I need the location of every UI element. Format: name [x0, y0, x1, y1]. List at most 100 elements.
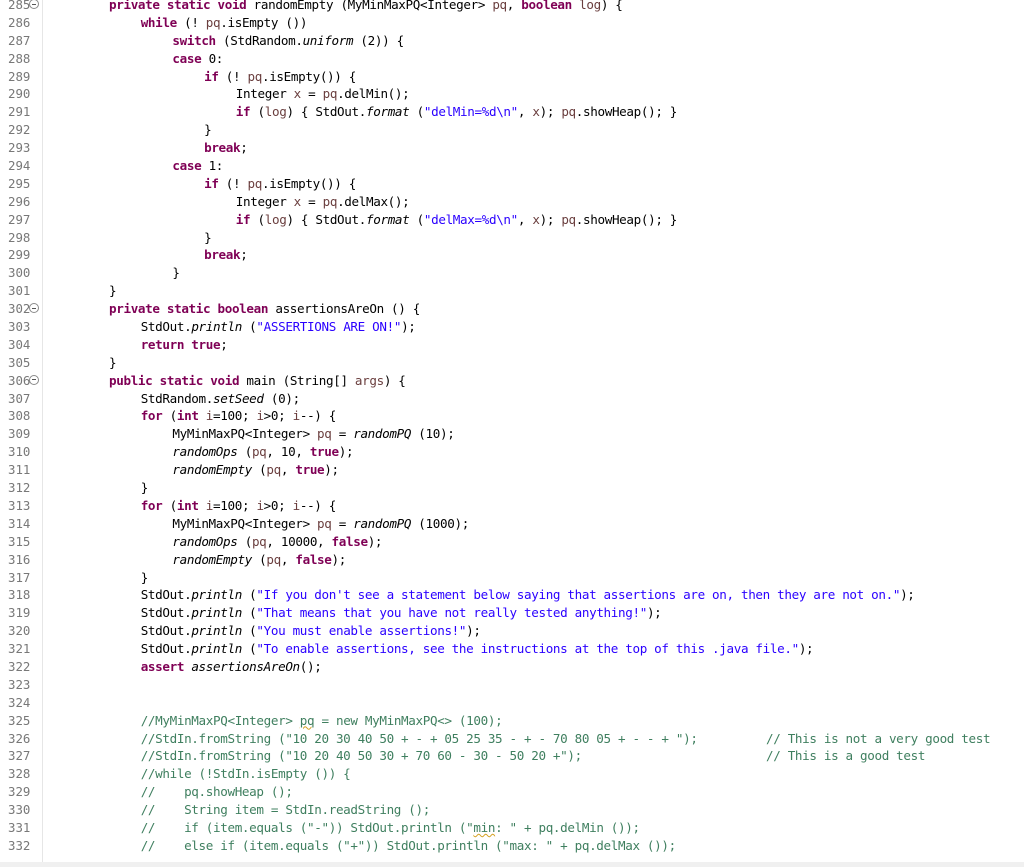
fold-collapse-icon[interactable] [29, 374, 39, 385]
horizontal-scrollbar[interactable] [0, 862, 1024, 867]
code-text: if (! pq.isEmpty()) { [204, 68, 356, 86]
code-line[interactable]: 292} [0, 121, 1024, 139]
code-line[interactable]: 324 [0, 694, 1024, 712]
code-token: x [532, 211, 540, 227]
code-token: //MyMinMaxPQ<Integer> [140, 712, 300, 728]
code-line[interactable]: 321 StdOut.println ("To enable assertions… [0, 640, 1024, 658]
code-line[interactable]: 304 return true; [0, 336, 1024, 354]
code-line[interactable]: 297 if (log) { StdOut.format ("delMax=%d\… [0, 211, 1024, 229]
code-line[interactable]: 295 if (! pq.isEmpty()) { [0, 175, 1024, 193]
code-line[interactable]: 319 StdOut.println ("That means that you … [0, 604, 1024, 622]
code-line[interactable]: 318 StdOut.println ("If you don't see a s… [0, 586, 1024, 604]
code-editor[interactable]: 285 private static void randomEmpty (MyMi… [0, 0, 1024, 867]
code-line[interactable]: 308 for (int i=100; i>0; i--) { [0, 407, 1024, 425]
line-number: 297 [8, 211, 31, 227]
code-text: case 0: [172, 50, 223, 68]
code-token: , [517, 211, 533, 227]
code-line[interactable]: 303 StdOut.println ("ASSERTIONS ARE ON!")… [0, 318, 1024, 336]
code-line[interactable]: 328 //while (!StdIn.isEmpty ()) { [0, 765, 1024, 783]
code-text: StdRandom.setSeed (0); [141, 390, 300, 408]
line-number: 317 [8, 569, 31, 585]
code-line[interactable]: 287 switch (StdRandom.uniform (2)) { [0, 32, 1024, 50]
code-text: StdOut.println ("That means that you hav… [141, 604, 662, 622]
code-text: for (int i=100; i>0; i--) { [141, 407, 337, 425]
line-number: 314 [8, 515, 31, 531]
code-text: // pq.showHeap (); [141, 783, 293, 801]
code-token: , 10, [266, 444, 310, 460]
code-line[interactable]: 314 MyMinMaxPQ<Integer> pq = randomPQ (10… [0, 515, 1024, 533]
code-token: 0: [208, 50, 224, 66]
code-token: ( [241, 623, 257, 639]
code-line[interactable]: 327 //StdIn.fromString ("10 20 40 50 30 +… [0, 747, 1024, 765]
code-line[interactable]: 320 StdOut.println ("You must enable asse… [0, 622, 1024, 640]
code-text: randomOps (pq, 10, true); [172, 443, 353, 461]
code-text: if (log) { StdOut.format ("delMax=%d\n",… [236, 211, 678, 229]
code-token: (10); [411, 426, 455, 442]
code-token: --) { [299, 497, 337, 513]
code-token: ); [367, 533, 383, 549]
code-line[interactable]: 309 MyMinMaxPQ<Integer> pq = randomPQ (10… [0, 425, 1024, 443]
code-token: println [191, 623, 242, 639]
code-token: i [205, 497, 214, 513]
code-line[interactable]: 291 if (log) { StdOut.format ("delMin=%d\… [0, 103, 1024, 121]
line-number: 321 [8, 641, 31, 657]
code-line[interactable]: 311 randomEmpty (pq, true); [0, 461, 1024, 479]
code-line[interactable]: 326 //StdIn.fromString ("10 20 30 40 50 +… [0, 730, 1024, 748]
line-number: 295 [8, 175, 31, 191]
code-line[interactable]: 285 private static void randomEmpty (MyMi… [0, 0, 1024, 14]
code-line[interactable]: 286 while (! pq.isEmpty ()) [0, 14, 1024, 32]
code-line[interactable]: 288 case 0: [0, 50, 1024, 68]
code-line[interactable]: 312} [0, 479, 1024, 497]
code-line[interactable]: 294 case 1: [0, 157, 1024, 175]
line-number: 320 [8, 623, 31, 639]
code-line[interactable]: 289 if (! pq.isEmpty()) { [0, 68, 1024, 86]
code-line[interactable]: 299 break; [0, 246, 1024, 264]
code-token: return true [140, 336, 221, 352]
code-line[interactable]: 306 public static void main (String[] arg… [0, 372, 1024, 390]
code-text: StdOut.println ("You must enable asserti… [141, 622, 481, 640]
line-number: 307 [8, 390, 31, 406]
code-line[interactable]: 305} [0, 354, 1024, 372]
code-text: MyMinMaxPQ<Integer> pq = randomPQ (10); [172, 425, 454, 443]
code-line[interactable]: 332 // else if (item.equals ("+")) StdOut… [0, 837, 1024, 855]
code-line[interactable]: 322 assert assertionsAreOn(); [0, 658, 1024, 676]
line-number: 310 [8, 444, 31, 460]
code-line[interactable]: 313 for (int i=100; i>0; i--) { [0, 497, 1024, 515]
code-token: (! [225, 68, 248, 84]
code-line[interactable]: 302 private static boolean assertionsAreO… [0, 300, 1024, 318]
code-line[interactable]: 310 randomOps (pq, 10, true); [0, 443, 1024, 461]
code-token: boolean [521, 0, 580, 12]
code-token: ); [539, 211, 562, 227]
code-line[interactable]: 331 // if (item.equals ("-")) StdOut.prin… [0, 819, 1024, 837]
code-token: main (String[] [246, 372, 355, 388]
code-line[interactable]: 316 randomEmpty (pq, false); [0, 551, 1024, 569]
code-line[interactable]: 330 // String item = StdIn.readString (); [0, 801, 1024, 819]
code-lines[interactable]: 285 private static void randomEmpty (MyMi… [0, 0, 1024, 855]
code-line[interactable]: 290 Integer x = pq.delMin(); [0, 85, 1024, 103]
code-line[interactable]: 315 randomOps (pq, 10000, false); [0, 533, 1024, 551]
code-token: pq [322, 86, 338, 102]
code-line[interactable]: 293 break; [0, 139, 1024, 157]
code-line[interactable]: 317} [0, 569, 1024, 587]
code-line[interactable]: 325 //MyMinMaxPQ<Integer> pq = new MyMinM… [0, 712, 1024, 730]
code-line[interactable]: 300} [0, 264, 1024, 282]
code-text: StdOut.println ("ASSERTIONS ARE ON!"); [141, 318, 416, 336]
code-token: (! [184, 14, 206, 30]
code-line[interactable]: 296 Integer x = pq.delMax(); [0, 193, 1024, 211]
code-token: "That means that you have not really tes… [256, 605, 647, 621]
code-text: } [140, 479, 149, 497]
code-line[interactable]: 329 // pq.showHeap (); [0, 783, 1024, 801]
code-token: //while (!StdIn.isEmpty ()) { [140, 766, 351, 782]
code-line[interactable]: 307 StdRandom.setSeed (0); [0, 390, 1024, 408]
line-number: 294 [8, 158, 31, 174]
code-token: >0; [263, 408, 293, 424]
code-line[interactable]: 323 [0, 676, 1024, 694]
code-token: } [140, 480, 149, 496]
code-token: ) { [383, 372, 406, 388]
code-line[interactable]: 301} [0, 282, 1024, 300]
code-line[interactable]: 298} [0, 229, 1024, 247]
code-token: , [280, 462, 296, 478]
code-token: pq [266, 551, 281, 567]
code-token: true [295, 462, 325, 478]
line-number: 299 [8, 247, 31, 263]
